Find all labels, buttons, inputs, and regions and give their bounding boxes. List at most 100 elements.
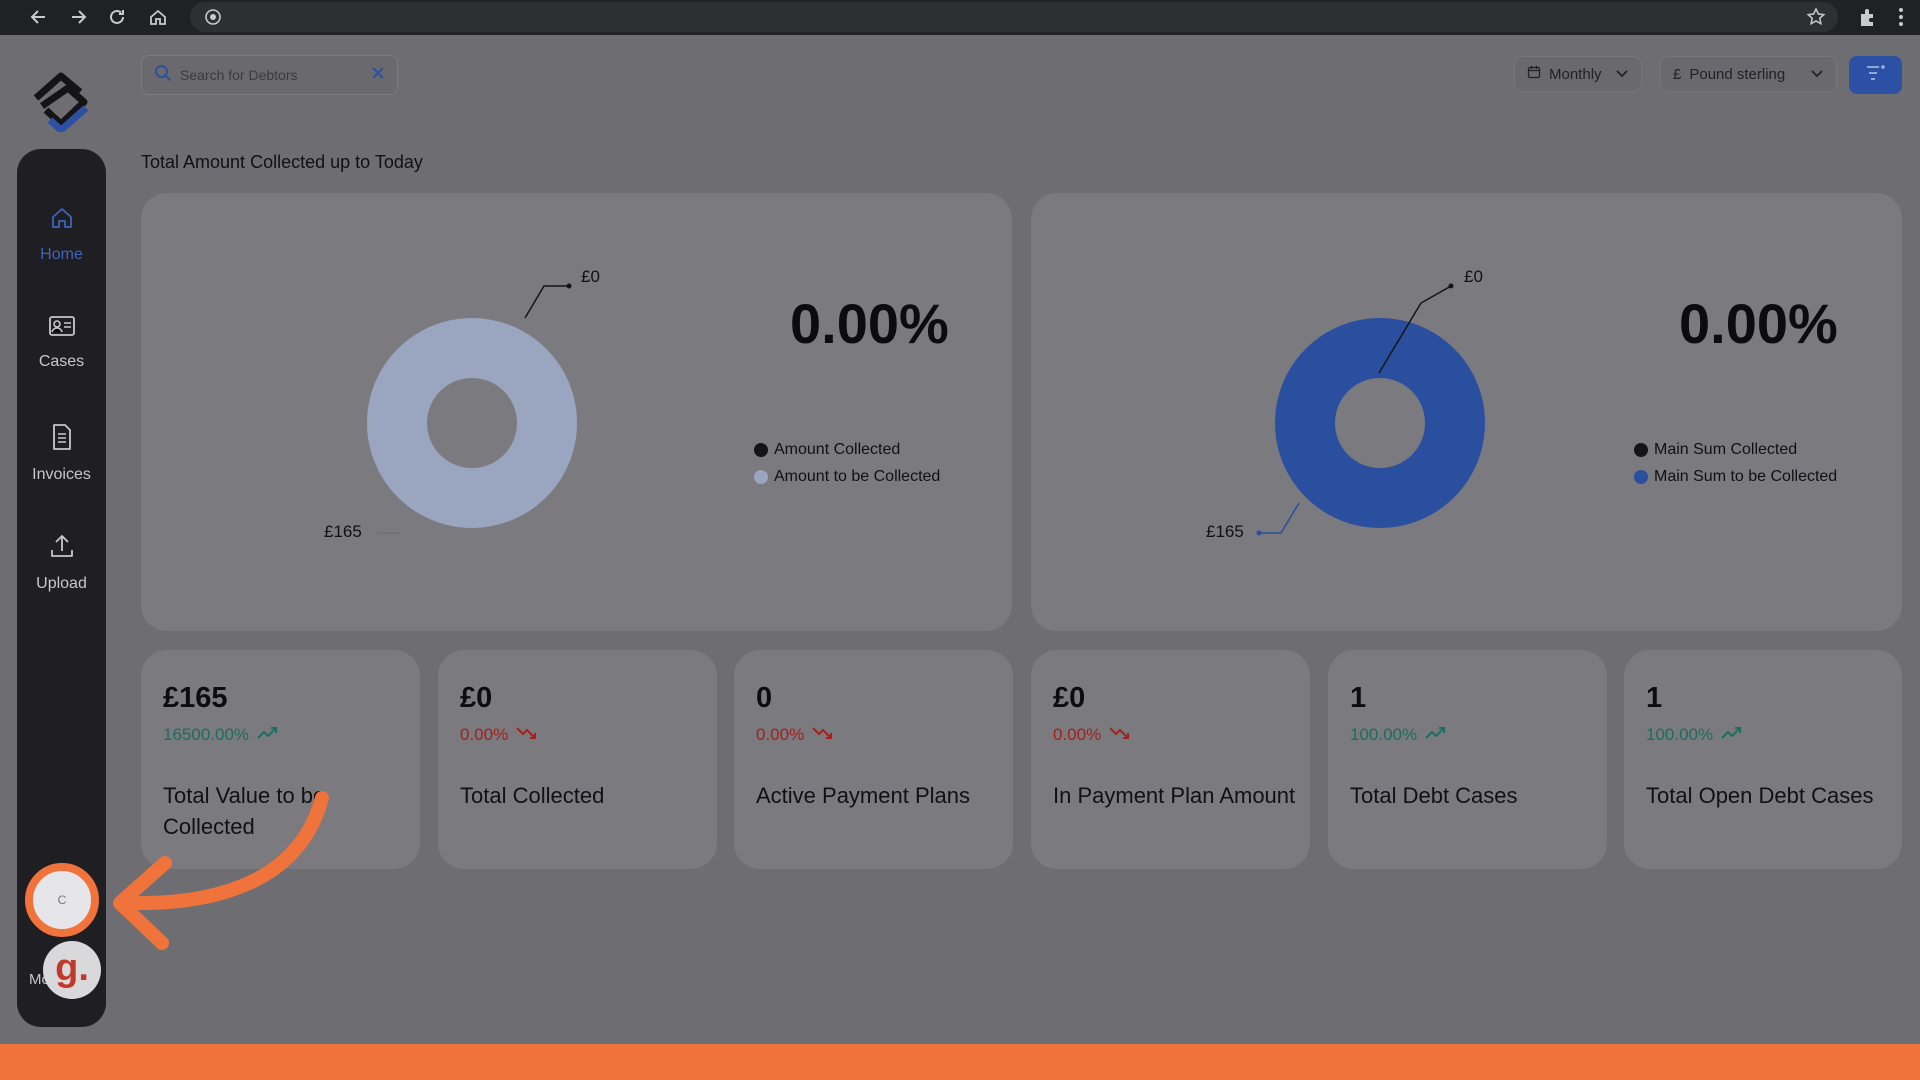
stat-label: In Payment Plan Amount [1053,783,1296,808]
chart-legend: Main Sum Collected Main Sum to be Collec… [1634,436,1837,490]
sidebar: Home Cases Invoices Upload C Mo g. [17,149,106,1027]
currency-select[interactable]: £ Pound sterling [1660,56,1837,92]
stat-change-text: 16500.00% [163,725,250,744]
donut-slice-to-collect [367,318,577,528]
filter-button[interactable] [1849,56,1902,94]
browser-menu-icon[interactable] [1888,4,1914,30]
home-browser-icon[interactable] [145,4,171,30]
sidebar-item-cases[interactable]: Cases [17,314,106,394]
search-input[interactable] [180,67,371,83]
stat-card-total-debt-cases[interactable]: 1 100.00% Total Debt Cases [1328,650,1607,869]
sidebar-item-home[interactable]: Home [17,205,106,285]
trend-down-icon [812,725,834,745]
extensions-icon[interactable] [1855,4,1881,30]
collected-percent: 0.00% [790,292,949,355]
stat-card-payment-plan-amount[interactable]: £0 0.00% In Payment Plan Amount [1031,650,1310,869]
stat-change: 0.00% [756,725,834,745]
stat-change: 0.00% [1053,725,1131,745]
badge-letter: g. [55,947,89,989]
annotation-arrow-head [113,856,172,950]
sidebar-item-invoices[interactable]: Invoices [17,423,106,503]
period-select-label: Monthly [1549,65,1602,83]
leader-line-bottom [1259,502,1300,534]
browser-toolbar [0,0,1920,35]
legend-dot-to-collect [754,469,768,484]
stat-label: Total Debt Cases [1350,783,1518,808]
document-icon [50,423,74,456]
chart-card-main-sum: £0 £165 0.00% Main Sum Collected Main Su… [1031,193,1902,631]
leader-dot-bottom [1256,530,1262,536]
sidebar-item-label: Cases [38,353,85,370]
stat-change: 0.00% [460,725,538,745]
legend-label: Main Sum Collected [1654,440,1798,458]
chart-label-top: £0 [1464,267,1483,286]
id-card-icon [48,314,76,343]
sidebar-item-label: Invoices [32,466,91,483]
site-info-icon[interactable] [204,8,222,31]
stat-value: £165 [163,682,228,714]
trend-up-icon [1425,725,1447,745]
stat-card-total-open-debt-cases[interactable]: 1 100.00% Total Open Debt Cases [1624,650,1902,869]
home-icon [49,205,75,236]
legend-label: Amount Collected [774,440,901,458]
assistant-badge[interactable]: g. [43,941,101,999]
stat-change: 16500.00% [163,725,279,745]
forward-arrow-icon[interactable] [65,4,91,30]
stat-value: £0 [460,682,493,714]
stat-value: 0 [756,682,773,714]
avatar[interactable]: C [25,863,99,937]
trend-down-icon [516,725,538,745]
legend-dot-collected [754,442,768,457]
stat-card-active-payment-plans[interactable]: 0 0.00% Active Payment Plans [734,650,1013,869]
main-sum-percent: 0.00% [1679,292,1838,355]
donut-chart-main-sum: £0 £165 [1206,267,1485,541]
upload-icon [48,532,76,565]
chart-card-amount: £0 £165 0.00% Amount Collected Amount to… [141,193,1012,631]
reload-icon[interactable] [104,4,130,30]
chevron-down-icon [1810,66,1824,83]
address-bar[interactable] [190,2,1838,32]
leader-dot-top [1448,283,1454,289]
avatar-letter: C [57,893,67,907]
page-title: Total Amount Collected up to Today [141,152,423,172]
stat-card-total-value[interactable]: £165 16500.00% Total Value to be Collect… [141,650,420,869]
stat-change-text: 0.00% [460,725,509,744]
search-box[interactable] [141,55,398,95]
chart-label-bottom: £165 [1206,522,1244,541]
chart-legend: Amount Collected Amount to be Collected [754,436,940,490]
stat-change: 100.00% [1646,725,1743,745]
trend-up-icon [257,725,279,745]
recording-bar [0,1044,1920,1080]
calendar-icon [1527,65,1541,83]
legend-dot-collected [1634,442,1648,457]
period-select[interactable]: Monthly [1514,56,1642,92]
legend-item: Amount Collected [754,436,940,463]
legend-item: Main Sum to be Collected [1634,463,1837,490]
legend-item: Main Sum Collected [1634,436,1837,463]
stat-label: Total Collected [460,783,605,808]
stat-card-total-collected[interactable]: £0 0.00% Total Collected [438,650,717,869]
stat-change-text: 0.00% [1053,725,1102,744]
stat-label: Total Open Debt Cases [1646,783,1874,808]
back-arrow-icon[interactable] [26,4,52,30]
trend-down-icon [1109,725,1131,745]
clear-search-icon[interactable] [371,66,385,85]
stat-change-text: 100.00% [1646,725,1714,744]
bookmark-star-icon[interactable] [1806,7,1826,32]
currency-select-label: Pound sterling [1689,65,1786,83]
stat-change: 100.00% [1350,725,1447,745]
currency-symbol: £ [1673,65,1682,83]
filter-icon [1865,64,1887,87]
stat-change-text: 0.00% [756,725,805,744]
legend-label: Main Sum to be Collected [1654,467,1838,485]
app-logo[interactable] [28,70,94,134]
sidebar-item-upload[interactable]: Upload [17,532,106,612]
sidebar-item-label: Home [40,246,83,263]
legend-dot-to-collect [1634,469,1648,484]
stat-label: Total Value to be Collected [163,783,326,839]
trend-up-icon [1721,725,1743,745]
legend-item: Amount to be Collected [754,463,940,490]
sidebar-item-label: Upload [36,575,87,592]
chart-label-top: £0 [581,267,600,286]
donut-chart-amount: £0 £165 [324,267,600,541]
